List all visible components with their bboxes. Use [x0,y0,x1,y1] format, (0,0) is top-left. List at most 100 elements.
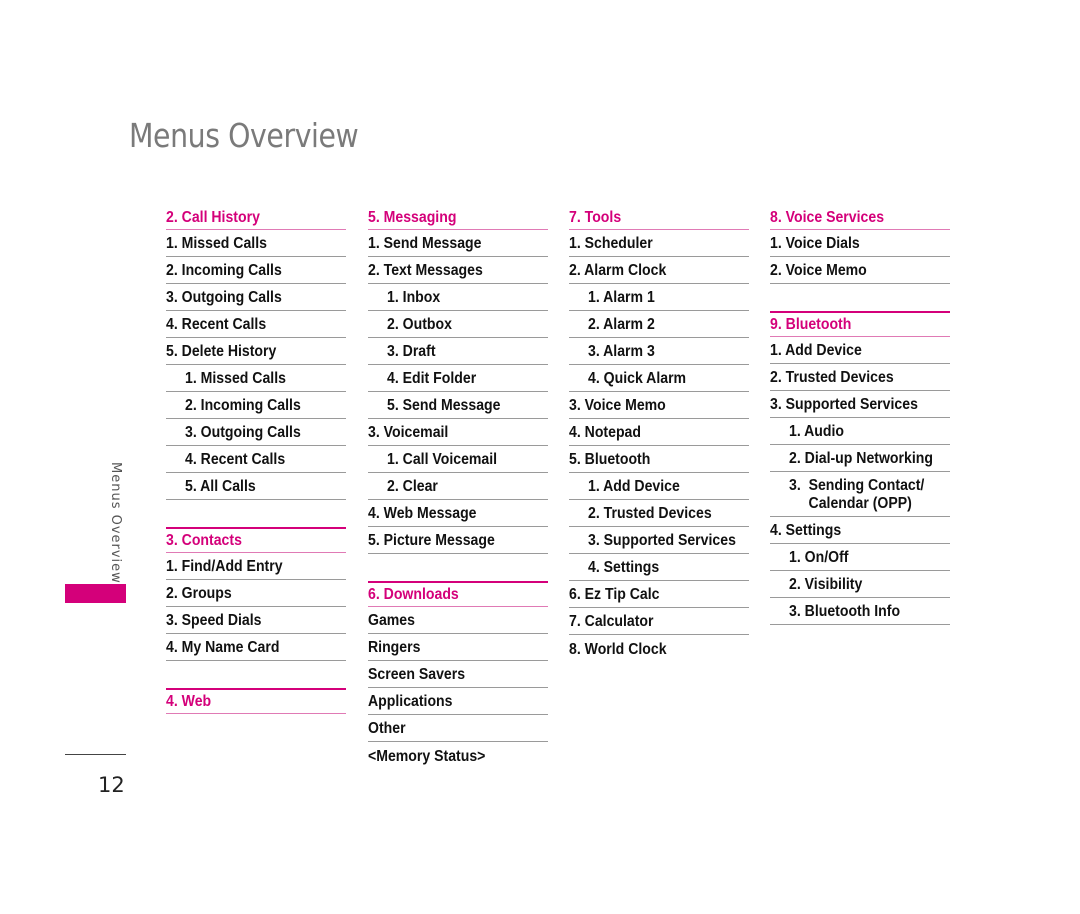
menu-item-label: 3. Voice Memo [569,397,666,414]
menu-item: 2. Incoming Calls [166,257,346,284]
menu-item: 3. Speed Dials [166,607,346,634]
menu-item: Screen Savers [368,661,548,688]
submenu-item: 3. Sending Contact/ Calendar (OPP) [770,472,950,517]
menu-item-label: 4. Settings [770,522,842,539]
menu-item-label: 1. On/Off [789,549,849,566]
menu-item: Ringers [368,634,548,661]
menu-item: 7. Calculator [569,608,749,635]
menu-item-label: 2. Trusted Devices [770,369,894,386]
menu-item-label: 4. Quick Alarm [588,370,687,387]
menu-item-label: 3. Voicemail [368,424,449,441]
menu-item-label: 2. Text Messages [368,262,483,279]
menu-item: 4. My Name Card [166,634,346,661]
menu-item-label: 2. Voice Memo [770,262,867,279]
menu-item: 1. Scheduler [569,230,749,257]
submenu-item: 2. Trusted Devices [569,500,749,527]
menu-item-label: 4. Settings [588,559,660,576]
submenu-item: 4. Edit Folder [368,365,548,392]
submenu-item: 2. Incoming Calls [166,392,346,419]
menu-item: 8. World Clock [569,635,749,662]
page-title: Menus Overview [129,116,359,155]
menu-column-4: 8. Voice Services 1. Voice Dials 2. Voic… [770,204,950,625]
menu-item: 3. Voice Memo [569,392,749,419]
submenu-item: 2. Visibility [770,571,950,598]
menu-item-label: Ringers [368,639,421,656]
menu-item-label: 3. Sending Contact/ Calendar (OPP) [789,477,925,512]
menu-item: Applications [368,688,548,715]
menu-item-label: 2. Outbox [387,316,452,333]
menu-item-label: Screen Savers [368,666,466,683]
submenu-item: 1. On/Off [770,544,950,571]
menu-item-label: 8. World Clock [569,641,667,658]
menu-item: Games [368,607,548,634]
submenu-item: 4. Settings [569,554,749,581]
menu-item: 2. Text Messages [368,257,548,284]
menu-item-label: Games [368,612,415,629]
menu-item: 3. Outgoing Calls [166,284,346,311]
menu-item-label: 1. Voice Dials [770,235,860,252]
submenu-item: 1. Inbox [368,284,548,311]
section-heading-contacts: 3. Contacts [166,527,346,553]
menu-item: <Memory Status> [368,742,548,769]
menu-item: 4. Notepad [569,419,749,446]
menu-item-label: 1. Inbox [387,289,441,306]
menu-item: 2. Alarm Clock [569,257,749,284]
menu-item-label: <Memory Status> [368,748,486,765]
menu-item-label: 1. Add Device [770,342,862,359]
submenu-item: 5. All Calls [166,473,346,500]
side-section-label: Menus Overview [108,462,123,584]
menu-item-label: 1. Scheduler [569,235,653,252]
menu-item-label: 2. Visibility [789,576,863,593]
menu-item-label: 2. Clear [387,478,438,495]
menu-item-label: 3. Supported Services [770,396,918,413]
section-heading-text: 6. Downloads [368,586,459,603]
submenu-item: 1. Audio [770,418,950,445]
menu-item-label: 4. Notepad [569,424,641,441]
menu-item-label: 1. Send Message [368,235,482,252]
menu-item-label: 4. Recent Calls [166,316,267,333]
menu-column-3: 7. Tools 1. Scheduler 2. Alarm Clock 1. … [569,204,749,662]
menu-item-label: 1. Audio [789,423,845,440]
menu-item-label: 3. Outgoing Calls [166,289,282,306]
menu-item-label: 2. Alarm Clock [569,262,667,279]
section-heading-voice-services: 8. Voice Services [770,204,950,230]
menu-item: 1. Missed Calls [166,230,346,257]
submenu-item: 2. Outbox [368,311,548,338]
menu-item-label: 4. Web Message [368,505,477,522]
menu-item: 2. Trusted Devices [770,364,950,391]
menu-item: 1. Find/Add Entry [166,553,346,580]
submenu-item: 2. Alarm 2 [569,311,749,338]
menu-item-label: 3. Bluetooth Info [789,603,901,620]
section-heading-bluetooth: 9. Bluetooth [770,311,950,337]
menu-item: 3. Voicemail [368,419,548,446]
menu-item-label: 4. Recent Calls [185,451,286,468]
submenu-item: 2. Dial-up Networking [770,445,950,472]
page-number: 12 [98,773,125,797]
menu-item: 2. Voice Memo [770,257,950,284]
menu-item-label: Applications [368,693,453,710]
section-heading-text: 2. Call History [166,209,260,226]
menu-item: 4. Settings [770,517,950,544]
submenu-item: 3. Outgoing Calls [166,419,346,446]
section-heading-text: 8. Voice Services [770,209,885,226]
submenu-item: 4. Quick Alarm [569,365,749,392]
menu-item: 5. Delete History [166,338,346,365]
menu-item-label: 1. Missed Calls [185,370,286,387]
submenu-item: 5. Send Message [368,392,548,419]
menu-item-label: 2. Alarm 2 [588,316,655,333]
section-heading-web: 4. Web [166,688,346,714]
menu-item-label: 1. Alarm 1 [588,289,655,306]
submenu-item: 1. Add Device [569,473,749,500]
footer-rule [65,754,126,755]
menu-item-label: 2. Incoming Calls [185,397,301,414]
menu-item-label: 5. Send Message [387,397,501,414]
section-heading-text: 3. Contacts [166,532,242,549]
menu-item-label: 3. Outgoing Calls [185,424,301,441]
menu-item: 4. Recent Calls [166,311,346,338]
menu-item: 3. Supported Services [770,391,950,418]
menu-item-label: 6. Ez Tip Calc [569,586,660,603]
menu-item-label: 5. Picture Message [368,532,495,549]
menu-item-label: 1. Find/Add Entry [166,558,283,575]
menu-item-label: 1. Add Device [588,478,680,495]
menu-item-label: 2. Trusted Devices [588,505,712,522]
